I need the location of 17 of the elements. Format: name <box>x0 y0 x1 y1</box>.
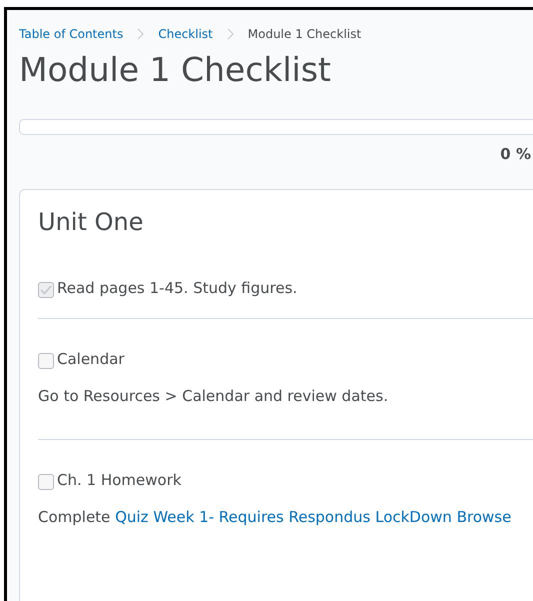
progress-reading: 0 % <box>499 145 532 163</box>
checkbox[interactable] <box>38 353 54 369</box>
checkbox[interactable] <box>38 474 54 490</box>
item-label: Ch. 1 Homework <box>57 471 182 489</box>
item-description: Complete Quiz Week 1- Requires Respondus LockDown Browse <box>38 508 512 526</box>
chevron-icon <box>137 28 144 40</box>
item-label: Read pages 1-45. Study figures. <box>57 279 298 297</box>
quiz-link[interactable]: Quiz Week 1- Requires Respondus LockDown Browse <box>115 508 512 526</box>
current-page-label: Module 1 Checklist <box>248 27 362 41</box>
item-description: Go to Resources > Calendar and review dates. <box>38 387 390 405</box>
breadcrumb-link[interactable]: Table of Contents <box>19 27 124 41</box>
page-title: Module 1 Checklist <box>19 50 332 89</box>
checkbox[interactable] <box>38 282 54 298</box>
item-label: Calendar <box>57 350 124 368</box>
chevron-icon <box>226 28 234 40</box>
breadcrumb-link[interactable]: Checklist <box>158 27 213 41</box>
category-title: Unit One <box>38 208 144 236</box>
